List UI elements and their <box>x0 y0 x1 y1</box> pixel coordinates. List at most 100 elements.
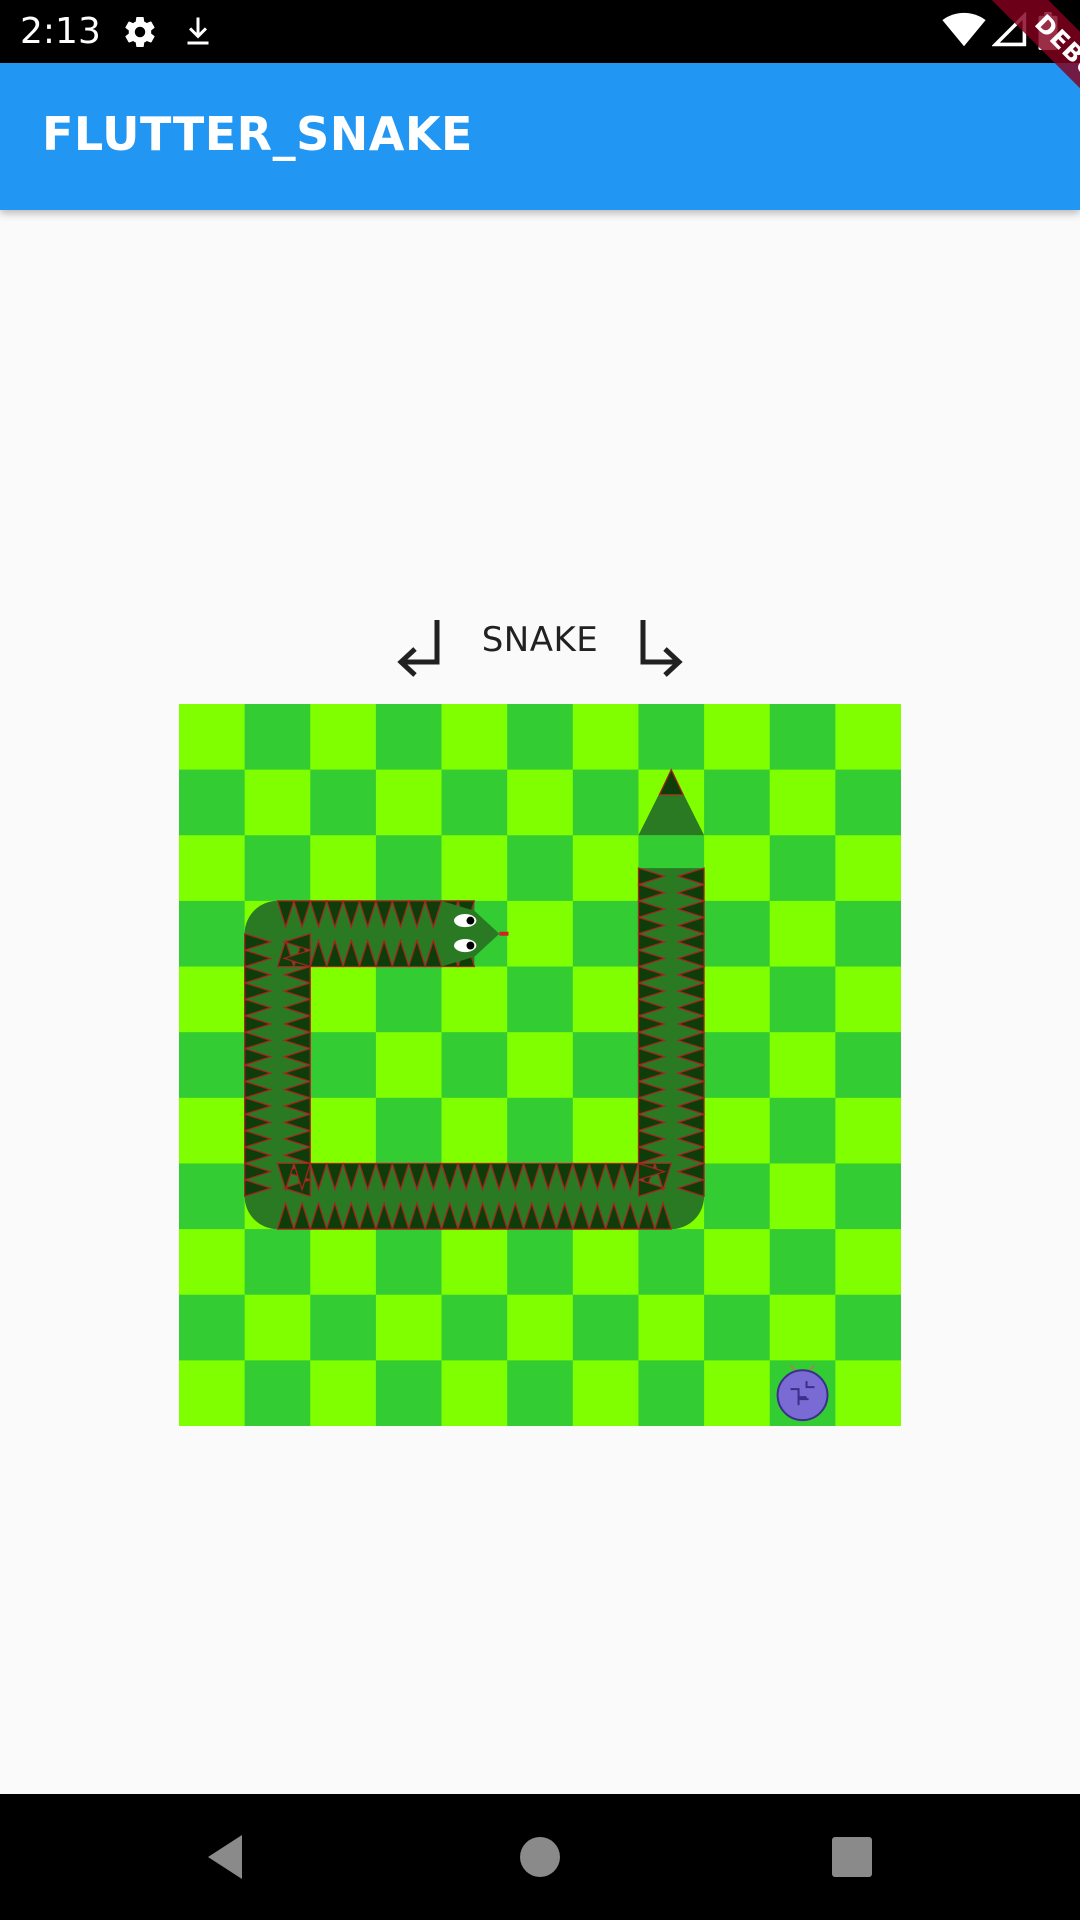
board-tile <box>704 900 771 968</box>
snake-tongue <box>499 931 509 936</box>
board-tile <box>441 966 508 1033</box>
board-tile <box>704 1360 771 1426</box>
board-tile <box>310 1294 377 1361</box>
board-tile <box>375 1360 443 1426</box>
app-title: FLUTTER_SNAKE <box>42 107 473 161</box>
board-tile <box>507 704 574 771</box>
board-tile <box>179 769 246 836</box>
board-tile <box>441 1360 508 1426</box>
board-tile <box>244 1229 311 1296</box>
board-tile <box>769 1097 836 1164</box>
board-tile <box>179 1032 246 1099</box>
board-tile <box>310 835 377 902</box>
board-tile <box>835 769 901 836</box>
board-tile <box>835 1360 901 1426</box>
board-tile <box>769 835 836 902</box>
app-bar: FLUTTER_SNAKE <box>0 63 1080 210</box>
board-tile <box>507 966 574 1033</box>
board-tile <box>179 1229 246 1296</box>
board-tile <box>835 1163 901 1230</box>
game-title: SNAKE <box>481 620 599 660</box>
board-tile <box>835 1294 901 1361</box>
board-tile <box>704 1163 771 1230</box>
board-tile <box>179 900 246 968</box>
board-tile <box>507 1294 574 1361</box>
board-tile <box>835 704 901 771</box>
board-tile <box>375 1229 443 1296</box>
board-tile <box>835 1229 901 1296</box>
board-tile <box>835 835 901 902</box>
board-tile <box>572 1294 639 1361</box>
board-tile <box>704 1032 771 1099</box>
board-tile <box>507 900 574 968</box>
brain-fruit-icon <box>776 1369 829 1422</box>
board-tile <box>244 835 311 902</box>
back-button[interactable] <box>198 1827 258 1887</box>
board-tile <box>441 704 508 771</box>
board-tile <box>310 769 377 836</box>
board-tile <box>310 1032 377 1099</box>
game-board[interactable] <box>179 704 901 1426</box>
board-tile <box>375 769 443 836</box>
board-tile <box>769 1163 836 1230</box>
board-tile <box>769 1294 836 1361</box>
board-tile <box>769 966 836 1033</box>
recents-button[interactable] <box>822 1827 882 1887</box>
board-tile <box>507 769 574 836</box>
board-tile <box>507 1032 574 1099</box>
game-controls: SNAKE <box>0 610 1080 680</box>
board-tile <box>572 1229 639 1296</box>
board-tile <box>769 1229 836 1296</box>
board-tile <box>179 704 246 771</box>
board-tile <box>572 1097 639 1164</box>
board-tile <box>441 835 508 902</box>
board-tile <box>769 769 836 836</box>
recents-icon <box>832 1837 872 1877</box>
board-tile <box>638 704 705 771</box>
back-icon <box>208 1835 242 1879</box>
board-tile <box>179 966 246 1033</box>
board-tile <box>179 835 246 902</box>
board-tile <box>638 1294 705 1361</box>
board-tile <box>638 1229 705 1296</box>
signal-icon <box>991 11 1028 53</box>
board-tile <box>244 704 311 771</box>
board-tile <box>769 900 836 968</box>
board-tile <box>769 704 836 771</box>
battery-icon <box>1036 12 1060 55</box>
board-tile <box>572 1032 639 1099</box>
board-tile <box>310 1229 377 1296</box>
board-tile <box>704 1097 771 1164</box>
home-button[interactable] <box>510 1827 570 1887</box>
status-bar: 2:13 <box>0 0 1080 63</box>
board-tile <box>507 1360 574 1426</box>
board-tile <box>835 1032 901 1099</box>
board-tile <box>179 1163 246 1230</box>
board-tile <box>572 966 639 1033</box>
board-tile <box>835 1097 901 1164</box>
board-tile <box>375 835 443 902</box>
board-tile <box>704 1294 771 1361</box>
board-tile <box>704 1229 771 1296</box>
board-tile <box>441 769 508 836</box>
board-tile <box>244 769 311 836</box>
board-tile <box>507 835 574 902</box>
board-tile <box>638 1360 705 1426</box>
home-icon <box>520 1837 560 1877</box>
board-tile <box>441 1294 508 1361</box>
board-tile <box>179 1097 246 1164</box>
board-tile <box>835 900 901 968</box>
board-tile <box>572 835 639 902</box>
board-tile <box>375 1294 443 1361</box>
navigation-bar <box>0 1794 1080 1920</box>
board-tile <box>441 1229 508 1296</box>
board-tile <box>441 1032 508 1099</box>
snake-pupil <box>466 916 475 925</box>
board-tile <box>244 1294 311 1361</box>
board-tile <box>179 1360 246 1426</box>
wifi-icon <box>942 12 986 53</box>
board-tile <box>572 1360 639 1426</box>
board-tile <box>704 966 771 1033</box>
turn-right-button[interactable] <box>625 610 695 680</box>
turn-right-arrow-icon <box>640 620 683 677</box>
